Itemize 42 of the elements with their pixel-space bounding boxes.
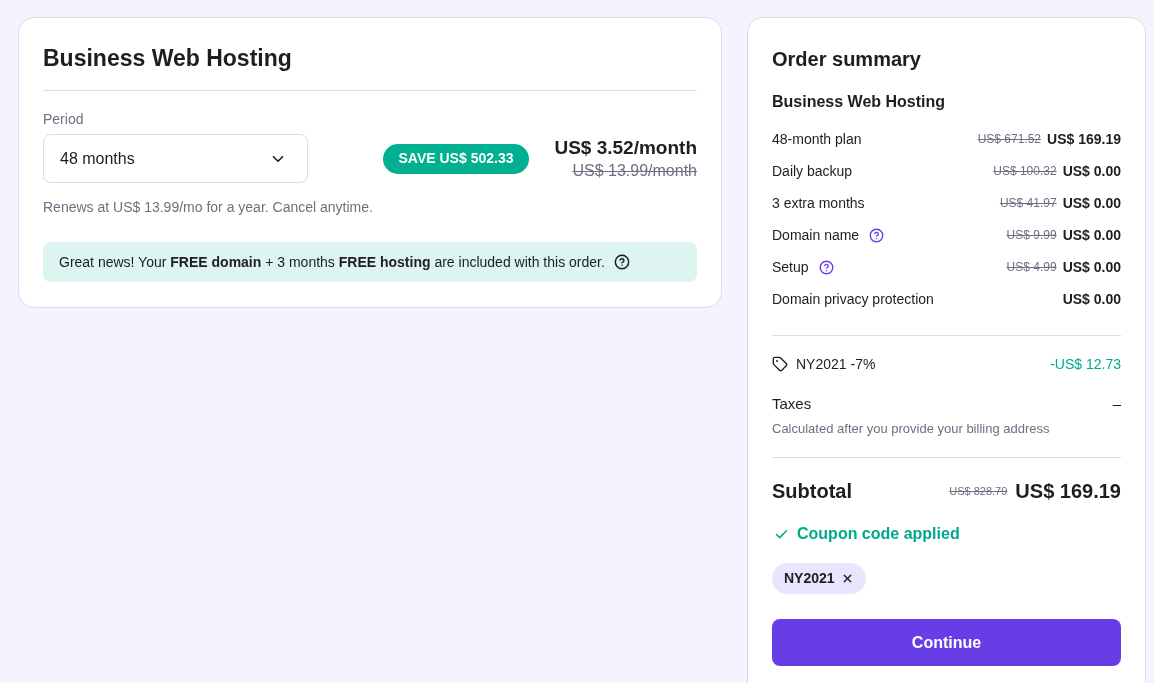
- summary-title: Order summary: [772, 47, 922, 72]
- item-label: Domain privacy protection: [772, 289, 934, 309]
- taxes-note: Calculated after you provide your billing address: [772, 420, 1051, 438]
- subtotal-price: US$ 169.19: [1015, 479, 1121, 504]
- item-old-price: US$ 4.99: [1006, 259, 1057, 276]
- period-label: Period: [43, 110, 85, 129]
- discount-amount: -US$ 12.73: [1050, 354, 1121, 374]
- discount-label: NY2021 -7%: [796, 354, 876, 374]
- item-old-price: US$ 671.52: [977, 131, 1042, 148]
- item-old-price: US$ 9.99: [1006, 227, 1057, 244]
- help-icon[interactable]: [869, 227, 885, 243]
- item-label: Domain name: [772, 225, 860, 245]
- item-label: 3 extra months: [772, 193, 865, 213]
- notice-text: Great news! Your FREE domain + 3 months FREE hosting are included with this order.: [59, 253, 605, 272]
- taxes-label: Taxes: [772, 393, 812, 414]
- item-label: Daily backup: [772, 161, 853, 181]
- item-price: US$ 0.00: [1062, 193, 1121, 213]
- save-badge: SAVE US$ 502.33: [382, 143, 530, 174]
- item-label: Setup: [772, 257, 809, 277]
- help-icon[interactable]: [818, 259, 834, 275]
- coupon-chip[interactable]: NY2021: [772, 563, 866, 594]
- item-price: US$ 0.00: [1062, 161, 1121, 181]
- taxes-value: –: [1112, 393, 1121, 414]
- item-price: US$ 0.00: [1062, 289, 1121, 309]
- item-label: 48-month plan: [772, 129, 862, 149]
- coupon-status: Coupon code applied: [797, 524, 960, 544]
- item-price: US$ 169.19: [1047, 129, 1121, 149]
- item-old-price: US$ 41.97: [999, 195, 1057, 212]
- product-name: Business Web Hosting: [772, 92, 947, 112]
- item-old-price: US$ 100.32: [993, 163, 1057, 180]
- item-price: US$ 0.00: [1062, 257, 1121, 277]
- subtotal-label: Subtotal: [772, 479, 852, 504]
- period-select[interactable]: 48 months: [43, 134, 308, 183]
- continue-button[interactable]: Continue: [772, 619, 1121, 666]
- plan-title: Business Web Hosting: [43, 44, 293, 73]
- item-price: US$ 0.00: [1062, 225, 1121, 245]
- tag-icon: [772, 356, 788, 372]
- old-price: US$ 13.99/month: [572, 160, 697, 181]
- price-per-month: US$ 3.52/month: [554, 135, 697, 160]
- subtotal-old-price: US$ 828.79: [949, 483, 1008, 499]
- renewal-note: Renews at US$ 13.99/mo for a year. Cancel anytime.: [43, 198, 374, 217]
- help-icon[interactable]: [613, 254, 630, 270]
